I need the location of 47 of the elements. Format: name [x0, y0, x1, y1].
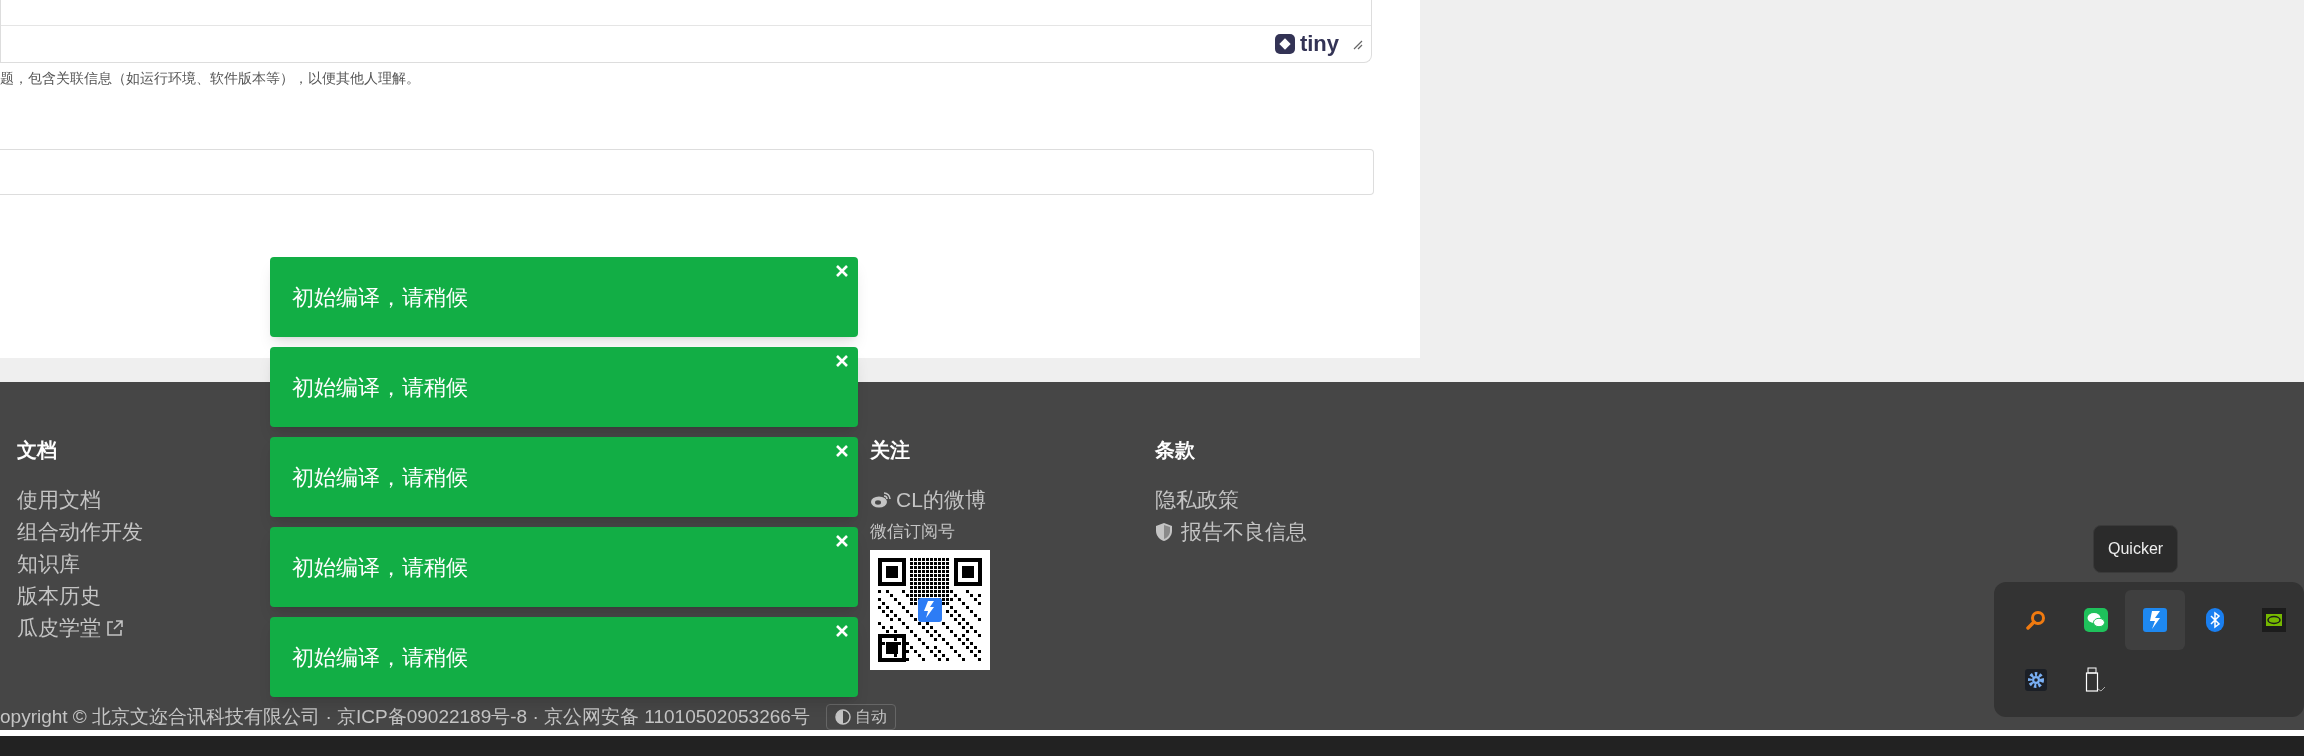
logo-icon: [1273, 33, 1296, 55]
tooltip: Quicker: [2093, 525, 2179, 573]
close-button[interactable]: [834, 533, 850, 549]
help-text: 题，包含关联信息（如运行环境、软件版本等），以便其他人理解。: [0, 69, 421, 87]
column-heading: 文档: [17, 438, 57, 462]
footer-link[interactable]: 知识库: [17, 548, 80, 580]
footer-link[interactable]: 组合动作开发: [17, 516, 143, 548]
gear-icon: [2025, 669, 2047, 691]
footer-link[interactable]: 报告不良信息: [1155, 516, 1307, 548]
footer-link[interactable]: 使用文档: [17, 484, 101, 516]
toast-message: 初始编译，请稍候: [292, 463, 468, 492]
copyright-text: opyright © 北京文迩合讯科技有限公司 · 京ICP备09022189号-8 · 京公网安备 11010502053266号: [0, 707, 810, 727]
close-icon: [835, 354, 849, 368]
close-button[interactable]: [834, 263, 850, 279]
close-icon: [835, 534, 849, 548]
chat-bubbles-icon: [2083, 608, 2108, 632]
column-heading: 关注: [870, 438, 911, 462]
resize-handle-icon[interactable]: [1351, 38, 1363, 50]
search-icon: [2025, 609, 2047, 631]
brand-logo-text: tiny: [1299, 33, 1339, 55]
weibo-link[interactable]: CL的微博: [870, 484, 986, 516]
eye-logo-icon: [2262, 608, 2287, 632]
toast-message: 初始编译，请稍候: [292, 553, 468, 582]
bluetooth-icon: [2205, 608, 2224, 632]
close-icon: [835, 444, 849, 458]
toast-message: 初始编译，请稍候: [292, 643, 468, 672]
wechat-label: 微信订阅号: [870, 521, 956, 543]
close-button[interactable]: [834, 623, 850, 639]
footer-link[interactable]: 版本历史: [17, 580, 101, 612]
external-link-icon: [105, 618, 125, 638]
theme-button[interactable]: 自动: [825, 704, 896, 730]
column-heading: 条款: [1155, 438, 1196, 462]
weibo-icon: [870, 491, 892, 509]
half-circle-icon: [834, 709, 851, 725]
close-icon: [835, 264, 849, 278]
usb-drive-icon: [2084, 667, 2107, 693]
toast-message: 初始编译，请稍候: [292, 373, 468, 402]
input-field[interactable]: [0, 149, 1374, 195]
shield-icon: [1155, 522, 1173, 542]
tray-icon-button[interactable]: [2125, 590, 2186, 650]
footer-link[interactable]: 隐私政策: [1155, 484, 1239, 516]
close-icon: [835, 624, 849, 638]
lightning-icon: [2143, 608, 2168, 632]
close-button[interactable]: [834, 353, 850, 369]
close-button[interactable]: [834, 443, 850, 459]
footer-link[interactable]: 瓜皮学堂: [17, 612, 125, 644]
toast-message: 初始编译，请稍候: [292, 283, 468, 312]
